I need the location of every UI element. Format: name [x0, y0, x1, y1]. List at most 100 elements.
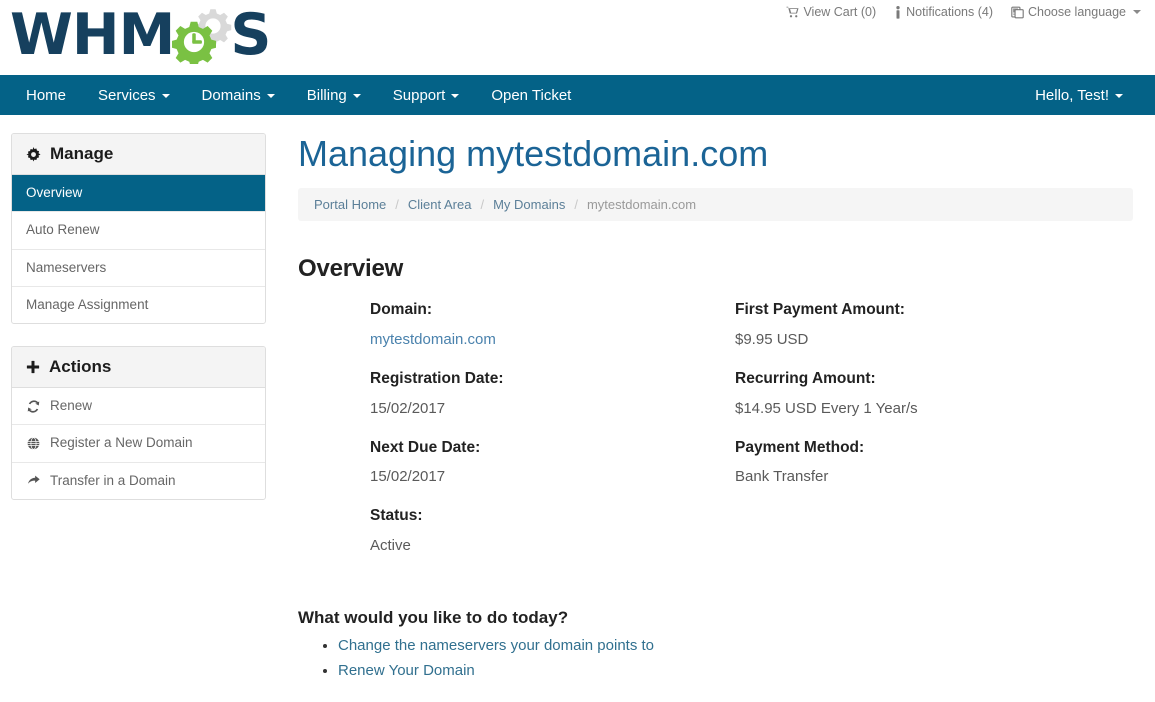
action-item-register-new-domain[interactable]: Register a New Domain: [12, 424, 265, 461]
action-item-renew[interactable]: Renew: [12, 388, 265, 424]
breadcrumb-separator: /: [471, 197, 493, 212]
nav-item-label: Open Ticket: [491, 87, 571, 104]
breadcrumb-separator: /: [565, 197, 587, 212]
globe-icon: [26, 437, 41, 450]
manage-panel-header: Manage: [12, 134, 265, 175]
todo-list: Change the nameservers your domain point…: [298, 634, 1133, 682]
detail-value-domain: mytestdomain.com: [370, 329, 735, 350]
nav-item-open-ticket[interactable]: Open Ticket: [475, 75, 587, 115]
choose-language-link[interactable]: Choose language: [1011, 5, 1141, 19]
sidebar: Manage Overview Auto Renew Nameservers M…: [6, 133, 266, 522]
sidebar-item-label: Manage Assignment: [26, 295, 148, 315]
list-item: Change the nameservers your domain point…: [338, 634, 1133, 657]
nav-account-area: Hello, Test!: [1019, 75, 1155, 115]
footer: Powered by WHMCompleteSolution: [298, 689, 1133, 702]
sidebar-item-manage-assignment[interactable]: Manage Assignment: [12, 286, 265, 323]
action-item-label: Transfer in a Domain: [50, 471, 176, 491]
whmcs-logo[interactable]: WHM S: [10, 4, 270, 66]
action-item-label: Register a New Domain: [50, 433, 193, 453]
nav-item-services[interactable]: Services: [82, 75, 186, 115]
detail-label-domain: Domain:: [370, 299, 735, 321]
sidebar-item-overview[interactable]: Overview: [12, 175, 265, 211]
nav-item-billing[interactable]: Billing: [291, 75, 377, 115]
sidebar-item-label: Nameservers: [26, 258, 106, 278]
detail-value-recurring-amount: $14.95 USD Every 1 Year/s: [735, 398, 1100, 419]
detail-value-status: Active: [370, 535, 735, 556]
breadcrumb-item-client-area[interactable]: Client Area: [408, 197, 472, 212]
chevron-down-icon: [1115, 94, 1123, 98]
domain-link[interactable]: mytestdomain.com: [370, 331, 496, 348]
refresh-icon: [26, 400, 41, 413]
todo-link-change-nameservers[interactable]: Change the nameservers your domain point…: [338, 637, 654, 654]
overview-details-left-column: Domain: mytestdomain.com Registration Da…: [370, 299, 735, 574]
section-title-overview: Overview: [298, 255, 1133, 283]
page-body: Manage Overview Auto Renew Nameservers M…: [0, 115, 1155, 702]
view-cart-label: View Cart (0): [803, 5, 876, 19]
logo-text-left: WHM: [10, 7, 174, 64]
breadcrumb: Portal Home / Client Area / My Domains /…: [298, 188, 1133, 221]
page-title: Managing mytestdomain.com: [298, 133, 1133, 174]
detail-value-next-due-date: 15/02/2017: [370, 466, 735, 487]
notifications-label: Notifications (4): [906, 5, 993, 19]
detail-value-payment-method: Bank Transfer: [735, 466, 1100, 487]
sidebar-item-nameservers[interactable]: Nameservers: [12, 249, 265, 286]
overview-details: Domain: mytestdomain.com Registration Da…: [298, 299, 1133, 574]
account-label: Hello, Test!: [1035, 87, 1109, 104]
gear-icon: [26, 147, 41, 162]
utility-links: View Cart (0) Notifications (4) Choose: [786, 5, 1141, 19]
todo-heading: What would you like to do today?: [298, 608, 1133, 628]
detail-label-payment-method: Payment Method:: [735, 437, 1100, 459]
info-icon: [894, 6, 902, 19]
chevron-down-icon: [1133, 10, 1141, 14]
notifications-link[interactable]: Notifications (4): [894, 5, 993, 19]
actions-panel: Actions Renew: [11, 346, 266, 500]
nav-item-label: Home: [26, 87, 66, 104]
manage-panel-title: Manage: [50, 143, 113, 165]
nav-item-home[interactable]: Home: [10, 75, 82, 115]
chevron-down-icon: [451, 94, 459, 98]
detail-value-first-payment-amount: $9.95 USD: [735, 329, 1100, 350]
logo-text-right: S: [230, 7, 270, 64]
breadcrumb-item-portal-home[interactable]: Portal Home: [314, 197, 386, 212]
flag-icon: [1011, 6, 1024, 19]
share-arrow-icon: [26, 474, 41, 487]
todo-link-renew-domain[interactable]: Renew Your Domain: [338, 662, 475, 679]
detail-label-first-payment-amount: First Payment Amount:: [735, 299, 1100, 321]
action-item-transfer-in-domain[interactable]: Transfer in a Domain: [12, 462, 265, 499]
breadcrumb-item-my-domains[interactable]: My Domains: [493, 197, 565, 212]
main-content: Managing mytestdomain.com Portal Home / …: [266, 133, 1143, 702]
action-item-label: Renew: [50, 396, 92, 416]
chevron-down-icon: [353, 94, 361, 98]
nav-item-support[interactable]: Support: [377, 75, 476, 115]
chevron-down-icon: [267, 94, 275, 98]
breadcrumb-item-current: mytestdomain.com: [587, 197, 696, 212]
sidebar-item-label: Auto Renew: [26, 220, 100, 240]
gear-green-icon: [172, 20, 216, 64]
logo-gears-icon: [172, 7, 232, 63]
shopping-cart-icon: [786, 6, 799, 18]
logo-wordmark: WHM S: [10, 7, 270, 64]
nav-item-label: Services: [98, 87, 156, 104]
detail-label-recurring-amount: Recurring Amount:: [735, 368, 1100, 390]
nav-item-label: Billing: [307, 87, 347, 104]
chevron-down-icon: [162, 94, 170, 98]
nav-items: Home Services Domains Billing Support Op…: [0, 75, 587, 115]
sidebar-item-label: Overview: [26, 183, 82, 203]
breadcrumb-separator: /: [386, 197, 408, 212]
view-cart-link[interactable]: View Cart (0): [786, 5, 876, 19]
detail-label-status: Status:: [370, 505, 735, 527]
manage-panel: Manage Overview Auto Renew Nameservers M…: [11, 133, 266, 324]
sidebar-item-auto-renew[interactable]: Auto Renew: [12, 211, 265, 248]
list-item: Renew Your Domain: [338, 659, 1133, 682]
detail-value-registration-date: 15/02/2017: [370, 398, 735, 419]
nav-item-label: Domains: [202, 87, 261, 104]
detail-label-registration-date: Registration Date:: [370, 368, 735, 390]
nav-item-domains[interactable]: Domains: [186, 75, 291, 115]
account-menu[interactable]: Hello, Test!: [1019, 75, 1139, 115]
plus-icon: [26, 360, 40, 374]
nav-item-label: Support: [393, 87, 446, 104]
actions-panel-header: Actions: [12, 347, 265, 388]
actions-panel-title: Actions: [49, 356, 111, 378]
detail-label-next-due-date: Next Due Date:: [370, 437, 735, 459]
main-navigation: Home Services Domains Billing Support Op…: [0, 75, 1155, 115]
